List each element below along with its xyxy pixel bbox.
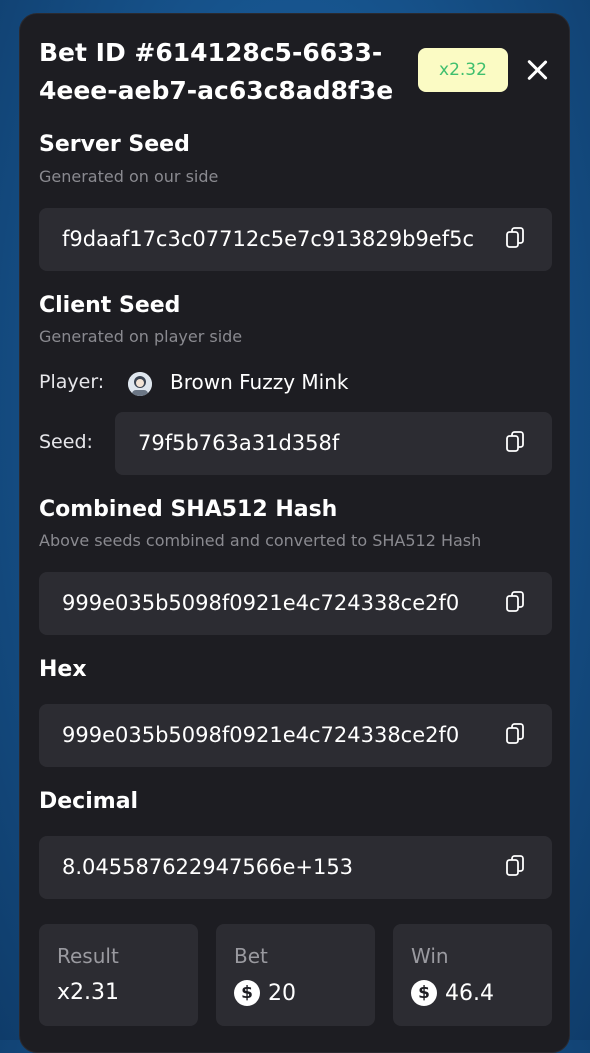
player-name: Brown Fuzzy Mink [170,370,349,394]
bet-card: Bet $ 20 [216,924,375,1026]
bet-value: $ 20 [234,980,296,1006]
combined-hash-field: 999e035b5098f0921e4c724338ce2f0 [39,572,552,635]
combined-hash-value: 999e035b5098f0921e4c724338ce2f0 [62,591,460,615]
hex-title: Hex [39,657,87,682]
win-value-text: 46.4 [445,980,494,1006]
copy-icon[interactable] [506,591,524,613]
bet-id-title: Bet ID #614128c5-6633-4eee-aeb7-ac63c8ad… [39,38,394,105]
server-seed-field: f9daaf17c3c07712c5e7c913829b9ef5c [39,208,552,271]
server-seed-title: Server Seed [39,132,190,157]
copy-icon[interactable] [506,723,524,745]
client-seed-value: 79f5b763a31d358f [138,431,340,455]
copy-icon[interactable] [506,855,524,877]
client-seed-title: Client Seed [39,293,181,318]
dollar-coin-icon: $ [411,980,437,1006]
win-card: Win $ 46.4 [393,924,552,1026]
combined-hash-subtitle: Above seeds combined and converted to SH… [39,531,482,550]
client-seed-subtitle: Generated on player side [39,327,243,346]
decimal-field: 8.045587622947566e+153 [39,836,552,899]
result-card: Result x2.31 [39,924,198,1026]
decimal-value: 8.045587622947566e+153 [62,855,354,879]
decimal-title: Decimal [39,789,139,814]
bet-details-modal: Bet ID #614128c5-6633-4eee-aeb7-ac63c8ad… [19,13,570,1053]
result-value-text: x2.31 [57,980,120,1005]
hex-field: 999e035b5098f0921e4c724338ce2f0 [39,704,552,767]
dollar-coin-icon: $ [234,980,260,1006]
server-seed-subtitle: Generated on our side [39,167,219,186]
avatar-icon [128,372,152,396]
copy-icon[interactable] [506,227,524,249]
player-label: Player: [39,371,105,393]
result-label: Result [57,944,119,968]
close-icon[interactable] [524,57,550,83]
result-value: x2.31 [57,980,119,1005]
hex-value: 999e035b5098f0921e4c724338ce2f0 [62,723,460,747]
multiplier-badge: x2.32 [418,48,508,92]
client-seed-field: 79f5b763a31d358f [115,412,552,475]
win-label: Win [411,944,449,968]
server-seed-value: f9daaf17c3c07712c5e7c913829b9ef5c [62,227,475,251]
copy-icon[interactable] [506,431,524,453]
seed-label: Seed: [39,431,93,453]
bet-label: Bet [234,944,268,968]
win-value: $ 46.4 [411,980,494,1006]
combined-hash-title: Combined SHA512 Hash [39,497,338,522]
bet-value-text: 20 [268,980,296,1006]
